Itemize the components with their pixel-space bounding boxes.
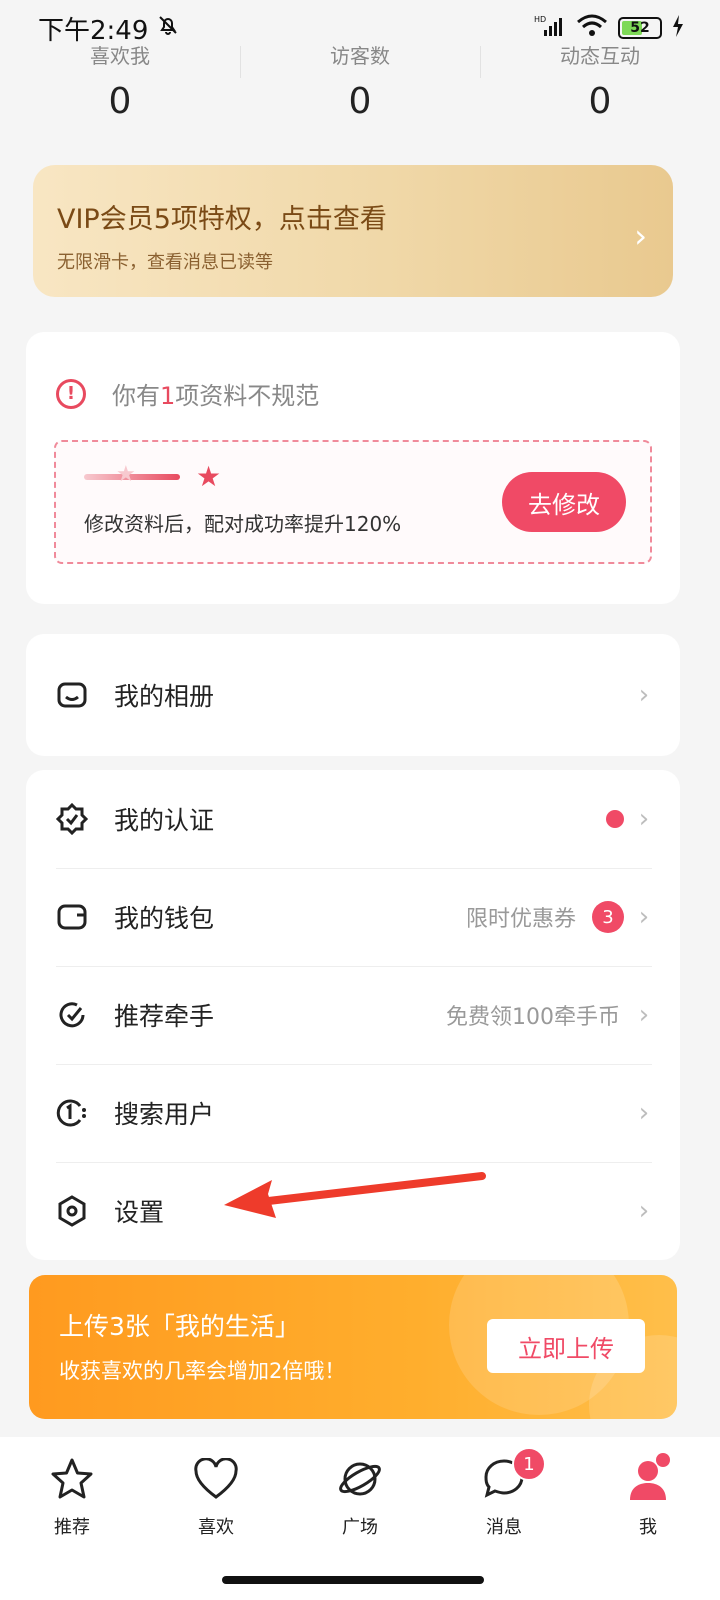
search-user-icon xyxy=(56,1097,88,1129)
stat-label: 动态互动 xyxy=(560,44,640,68)
stat-likes-me[interactable]: 喜欢我 0 xyxy=(0,40,240,140)
menu-item-album[interactable]: 我的相册 › xyxy=(26,634,680,756)
notification-dot xyxy=(606,810,624,828)
signal-icon: HD xyxy=(534,14,566,42)
count-badge: 3 xyxy=(592,901,624,933)
stat-value: 0 xyxy=(108,81,132,122)
tab-label: 广场 xyxy=(342,1517,378,1538)
menu-item-label: 推荐牵手 xyxy=(114,1002,215,1031)
battery-level: 52 xyxy=(630,20,650,36)
battery-icon: 52 xyxy=(618,17,662,39)
verified-badge-icon xyxy=(56,803,88,835)
star-icon xyxy=(46,1453,98,1505)
home-indicator[interactable] xyxy=(222,1576,484,1584)
menu-item-label: 我的钱包 xyxy=(114,904,215,933)
charging-icon xyxy=(672,15,684,41)
fix-profile-button[interactable]: 去修改 xyxy=(502,472,626,532)
settings-hexagon-icon xyxy=(56,1195,88,1227)
stats-row: 喜欢我 0 访客数 0 动态互动 0 xyxy=(0,40,720,140)
chevron-right-icon: › xyxy=(638,1000,650,1030)
chevron-right-icon: › xyxy=(638,680,650,710)
wallet-icon xyxy=(56,901,88,933)
menu-item-hint: 限时优惠券 xyxy=(465,907,576,932)
upload-now-button[interactable]: 立即上传 xyxy=(487,1319,645,1373)
menu-item-wallet[interactable]: 我的钱包 限时优惠券 3 › xyxy=(26,868,680,966)
tab-label: 推荐 xyxy=(54,1517,90,1538)
warning-text: 你有1项资料不规范 xyxy=(112,382,320,410)
vip-banner[interactable]: VIP会员5项特权，点击查看 无限滑卡，查看消息已读等 › xyxy=(33,165,673,297)
menu-item-recommend[interactable]: 推荐牵手 免费领100牵手币 › xyxy=(26,966,680,1064)
wifi-icon xyxy=(576,14,608,42)
annotation-arrow xyxy=(224,1172,486,1218)
svg-text:HD: HD xyxy=(534,15,546,24)
tab-label: 我 xyxy=(639,1517,657,1538)
profile-tip-box: ★ ★ 修改资料后，配对成功率提升120% 去修改 xyxy=(54,440,652,564)
album-card: 我的相册 › xyxy=(26,634,680,756)
progress-stars: ★ ★ xyxy=(84,460,221,493)
tab-me[interactable]: 我 xyxy=(576,1453,720,1600)
heart-icon xyxy=(190,1453,242,1505)
refresh-check-icon xyxy=(56,999,88,1031)
star-icon: ★ xyxy=(116,461,136,487)
menu-item-label: 我的认证 xyxy=(114,806,215,835)
menu-item-hint: 免费领100牵手币 xyxy=(446,1005,620,1030)
vip-subtitle: 无限滑卡，查看消息已读等 xyxy=(57,252,273,273)
mute-bell-icon xyxy=(156,13,180,44)
tab-label: 消息 xyxy=(486,1517,522,1538)
chevron-right-icon: › xyxy=(638,1196,650,1226)
planet-icon xyxy=(334,1453,386,1505)
tab-recommend[interactable]: 推荐 xyxy=(0,1453,144,1600)
stat-interactions[interactable]: 动态互动 0 xyxy=(480,40,720,140)
stat-value: 0 xyxy=(348,81,372,122)
menu-item-label: 搜索用户 xyxy=(114,1100,215,1129)
menu-item-label: 我的相册 xyxy=(114,682,215,711)
chevron-right-icon: › xyxy=(638,1098,650,1128)
alert-icon: ! xyxy=(56,378,86,409)
stat-visitors[interactable]: 访客数 0 xyxy=(240,40,480,140)
menu-item-verification[interactable]: 我的认证 › xyxy=(26,770,680,868)
tab-label: 喜欢 xyxy=(198,1517,234,1538)
chevron-right-icon: › xyxy=(634,217,647,255)
notification-dot xyxy=(656,1453,670,1467)
profile-warning-card: ! 你有1项资料不规范 ★ ★ 修改资料后，配对成功率提升120% 去修改 xyxy=(26,332,680,604)
vip-title: VIP会员5项特权，点击查看 xyxy=(57,204,387,235)
profile-tip-text: 修改资料后，配对成功率提升120% xyxy=(84,512,402,536)
message-count-badge: 1 xyxy=(512,1447,546,1481)
upload-life-banner[interactable]: 上传3张「我的生活」 收获喜欢的几率会增加2倍哦！ 立即上传 xyxy=(29,1275,677,1419)
album-icon xyxy=(56,679,88,711)
star-icon: ★ xyxy=(196,460,222,493)
stat-label: 喜欢我 xyxy=(90,44,150,68)
stat-value: 0 xyxy=(588,81,612,122)
menu-item-search-user[interactable]: 搜索用户 › xyxy=(26,1064,680,1162)
chevron-right-icon: › xyxy=(638,804,650,834)
stat-label: 访客数 xyxy=(330,44,390,68)
chevron-right-icon: › xyxy=(638,902,650,932)
